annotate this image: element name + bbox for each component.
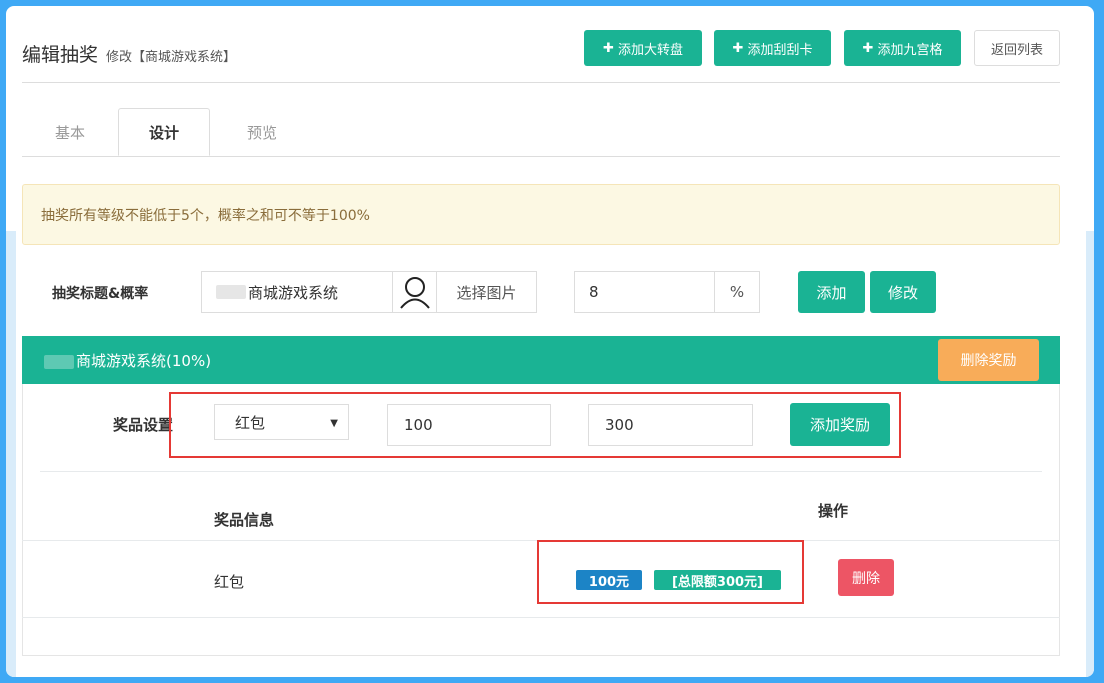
right-edge-strip: [1086, 231, 1094, 677]
page-subtitle: 修改【商城游戏系统】: [106, 50, 237, 65]
select-image-button[interactable]: 选择图片: [436, 271, 537, 313]
delete-reward-button[interactable]: 删除奖励: [938, 339, 1039, 381]
col-header-action: 操作: [818, 502, 849, 520]
main-window: 编辑抽奖 修改【商城游戏系统】 ✚ 添加大转盘 ✚ 添加刮刮卡 ✚ 添加九宫格 …: [6, 6, 1094, 677]
header-divider: [22, 82, 1060, 83]
redacted-mark: [44, 354, 74, 369]
add-wheel-label: 添加大转盘: [617, 42, 683, 58]
user-avatar-icon: [399, 277, 430, 309]
reward-panel-header: 商城游戏系统(10%) 删除奖励: [22, 336, 1060, 384]
tabs-divider: [22, 156, 1060, 157]
add-grid-label: 添加九宫格: [877, 42, 943, 58]
prize-settings-label: 奖品设置: [113, 416, 174, 434]
delete-row-button[interactable]: 删除: [838, 559, 894, 596]
col-header-prize-info: 奖品信息: [214, 511, 275, 529]
prize-name-cell: 红包: [214, 573, 245, 591]
add-scratch-label: 添加刮刮卡: [747, 42, 813, 58]
left-edge-strip: [6, 231, 16, 677]
probability-input[interactable]: 8: [574, 271, 715, 313]
section-divider: [40, 471, 1042, 472]
image-preview[interactable]: [392, 271, 437, 313]
annotation-highlight-box: [537, 540, 804, 604]
plus-icon: ✚: [862, 40, 874, 56]
reward-panel-title: 商城游戏系统(10%): [44, 350, 211, 371]
title-probability-label: 抽奖标题&概率: [52, 286, 149, 302]
edit-button[interactable]: 修改: [870, 271, 936, 313]
add-grid-button[interactable]: ✚ 添加九宫格: [844, 30, 961, 66]
page-title: 编辑抽奖: [22, 44, 99, 66]
info-alert: 抽奖所有等级不能低于5个，概率之和可不等于100%: [22, 184, 1060, 245]
tab-preview[interactable]: 预览: [210, 108, 314, 156]
plus-icon: ✚: [732, 40, 744, 56]
lottery-title-input[interactable]: 商城游戏系统: [201, 271, 393, 313]
plus-icon: ✚: [603, 40, 614, 56]
tab-basic[interactable]: 基本: [22, 108, 118, 156]
add-scratch-button[interactable]: ✚ 添加刮刮卡: [714, 30, 831, 66]
lottery-title-value: 商城游戏系统: [248, 283, 339, 302]
percent-addon: %: [714, 271, 760, 313]
tab-design[interactable]: 设计: [118, 108, 210, 156]
reward-panel-title-text: 商城游戏系统(10%): [76, 352, 212, 370]
annotation-highlight-box: [169, 392, 901, 458]
add-wheel-button[interactable]: ✚ 添加大转盘: [584, 30, 702, 66]
table-row-line: [22, 617, 1060, 618]
redacted-mark: [216, 285, 246, 299]
add-button[interactable]: 添加: [798, 271, 865, 313]
back-list-button[interactable]: 返回列表: [974, 30, 1060, 66]
